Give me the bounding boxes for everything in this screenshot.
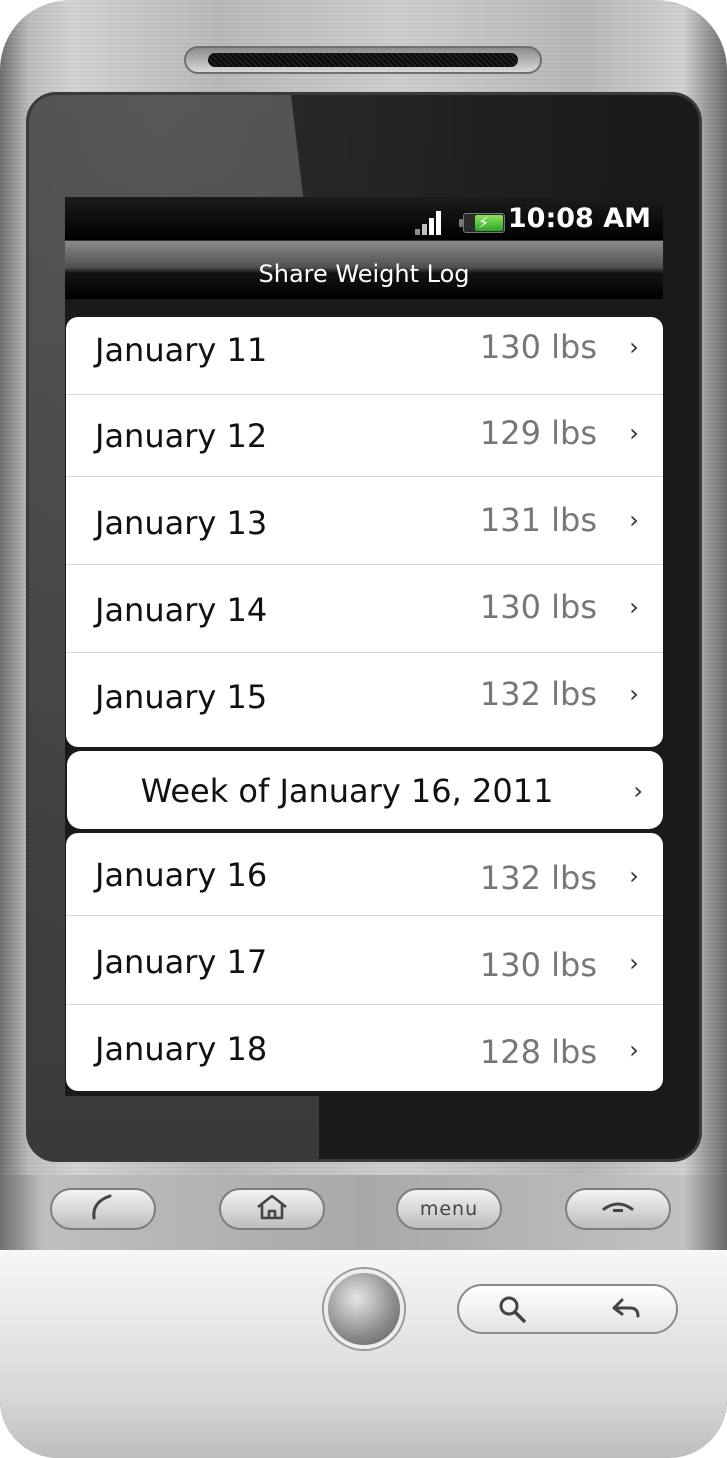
- back-arrow-icon: [610, 1296, 642, 1326]
- phone-frame: ⚡ 10:08 AM Share Weight Log January 11 1…: [0, 0, 727, 1458]
- status-bar: ⚡ 10:08 AM: [65, 197, 663, 241]
- menu-button[interactable]: menu: [396, 1188, 502, 1230]
- entry-group-2: January 16 132 lbs › January 17 130 lbs …: [66, 833, 663, 1091]
- entry-weight: 130 lbs: [479, 328, 597, 366]
- entry-weight: 129 lbs: [479, 414, 597, 452]
- search-back-rocker: [457, 1284, 678, 1334]
- list-item[interactable]: January 15 132 lbs ›: [66, 653, 663, 747]
- entry-date: January 14: [95, 591, 268, 629]
- entry-weight: 130 lbs: [479, 946, 597, 984]
- back-button[interactable]: [609, 1294, 643, 1328]
- week-header-row[interactable]: Week of January 16, 2011 ›: [67, 751, 663, 829]
- entry-date: January 16: [95, 856, 268, 894]
- chevron-right-icon: ›: [629, 593, 639, 621]
- end-call-button[interactable]: [565, 1188, 671, 1230]
- entry-date: January 18: [95, 1030, 268, 1068]
- chevron-right-icon: ›: [633, 777, 643, 805]
- list-item[interactable]: January 14 130 lbs ›: [66, 565, 663, 653]
- chevron-right-icon: ›: [629, 680, 639, 708]
- chevron-right-icon: ›: [629, 506, 639, 534]
- list-item[interactable]: January 13 131 lbs ›: [66, 477, 663, 565]
- list-item[interactable]: January 16 132 lbs ›: [66, 833, 663, 916]
- chevron-right-icon: ›: [629, 419, 639, 447]
- search-icon: [497, 1294, 527, 1328]
- list-item[interactable]: January 11 130 lbs ›: [66, 317, 663, 395]
- list-item[interactable]: January 18 128 lbs ›: [66, 1005, 663, 1091]
- week-label: Week of January 16, 2011: [140, 772, 554, 810]
- home-icon: [254, 1192, 290, 1226]
- list-item[interactable]: January 12 129 lbs ›: [66, 395, 663, 477]
- search-button[interactable]: [495, 1294, 529, 1328]
- entry-date: January 13: [95, 504, 268, 542]
- entry-date: January 17: [95, 943, 268, 981]
- call-button[interactable]: [50, 1188, 156, 1230]
- menu-label: menu: [419, 1198, 479, 1220]
- entry-group-1: January 11 130 lbs › January 12 129 lbs …: [66, 317, 663, 747]
- chevron-right-icon: ›: [629, 949, 639, 977]
- end-call-icon: [598, 1195, 638, 1223]
- page-title: Share Weight Log: [258, 260, 470, 288]
- status-clock: 10:08 AM: [507, 203, 651, 234]
- chevron-right-icon: ›: [629, 862, 639, 890]
- home-button[interactable]: [219, 1188, 325, 1230]
- entry-weight: 132 lbs: [479, 675, 597, 713]
- list-item[interactable]: January 17 130 lbs ›: [66, 916, 663, 1005]
- entry-weight: 132 lbs: [479, 859, 597, 897]
- device-screen: ⚡ 10:08 AM Share Weight Log January 11 1…: [65, 197, 663, 1096]
- entry-date: January 11: [95, 331, 268, 369]
- chevron-right-icon: ›: [629, 1036, 639, 1064]
- call-icon: [86, 1192, 120, 1226]
- signal-bars-icon: [415, 209, 445, 235]
- entry-weight: 131 lbs: [479, 501, 597, 539]
- battery-charging-icon: ⚡: [459, 213, 505, 233]
- entry-weight: 130 lbs: [479, 588, 597, 626]
- entry-date: January 15: [95, 678, 268, 716]
- chevron-right-icon: ›: [629, 333, 639, 361]
- trackball[interactable]: [324, 1269, 404, 1349]
- entry-weight: 128 lbs: [479, 1033, 597, 1071]
- entry-date: January 12: [95, 417, 268, 455]
- earpiece-speaker: [184, 46, 542, 74]
- title-bar: Share Weight Log: [65, 241, 663, 299]
